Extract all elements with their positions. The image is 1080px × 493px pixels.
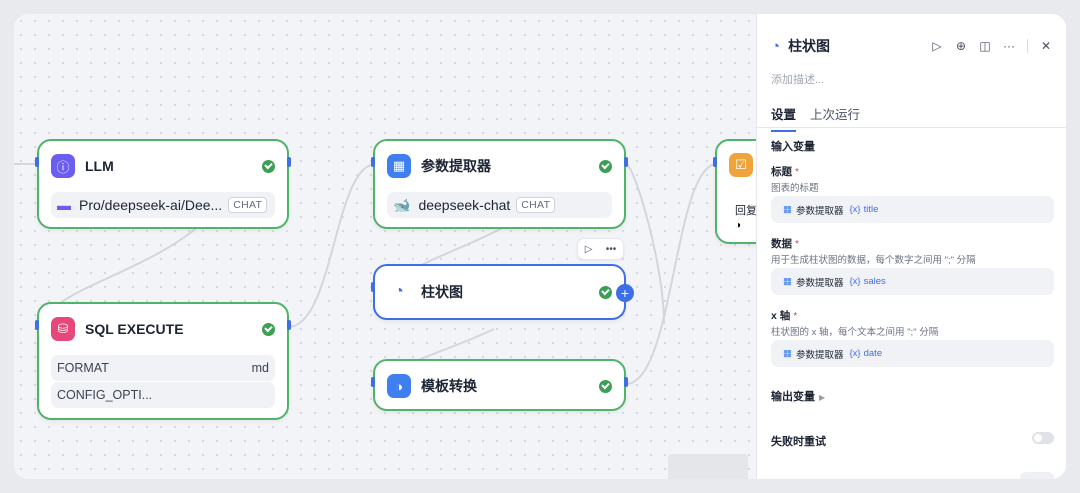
llm-icon: ⓘ [51, 154, 75, 178]
crosshair-icon[interactable]: ⊕ [955, 39, 967, 53]
database-icon: ⛁ [51, 317, 75, 341]
variable-icon: {x} [849, 276, 861, 287]
panel-title[interactable]: 柱状图 [788, 36, 919, 56]
edge-sql-param [287, 163, 377, 328]
close-icon[interactable]: ✕ [1040, 39, 1052, 53]
input-variables-heading: 输入变量 [771, 141, 815, 153]
node-text: 回复 [735, 205, 757, 217]
retry-label: 失败时重试 [771, 436, 826, 448]
tab-divider [757, 127, 1066, 128]
input-handle[interactable] [371, 377, 375, 387]
param-key: FORMAT [57, 361, 109, 375]
node-title: LLM [85, 158, 114, 174]
field-label: 标题 * [771, 166, 800, 178]
variable-name: sales [863, 276, 886, 287]
description-input[interactable]: 添加描述... [771, 71, 824, 87]
node-settings-panel: ◔ 柱状图 ▷ ⊕ ◫ ··· ✕ 添加描述... 设置 上次运行 输入变量 标… [756, 14, 1066, 479]
edge-right-stub [625, 163, 665, 325]
source-node: 参数提取器 [795, 205, 844, 217]
book-icon[interactable]: ◫ [979, 39, 991, 53]
success-check-icon [599, 285, 612, 299]
param-row: FORMAT md [51, 355, 275, 381]
template-icon: ◑ [387, 374, 411, 398]
node-title: 模板转换 [421, 378, 477, 394]
bottom-control[interactable] [1020, 472, 1054, 479]
field-hint: 柱状图的 x 轴，每个文本之间用 ";" 分隔 [771, 327, 939, 338]
success-check-icon [599, 159, 612, 173]
input-handle[interactable] [371, 157, 375, 167]
param-value: md [251, 361, 269, 375]
field-label: x 轴 * [771, 310, 798, 322]
variable-icon: {x} [849, 348, 861, 359]
run-icon[interactable]: ▷ [931, 39, 943, 53]
edge-template-answer [625, 163, 718, 385]
edge-llm-sql [58, 225, 200, 305]
input-handle[interactable] [35, 320, 39, 330]
source-node: 参数提取器 [795, 349, 844, 361]
node-bar-chart[interactable]: ◔ 柱状图 + [371, 264, 634, 320]
retry-toggle[interactable] [1032, 432, 1054, 444]
model-selector[interactable]: ▬ Pro/deepseek-ai/Dee... CHAT [51, 192, 275, 218]
node-ref-icon: ▦ [783, 348, 792, 359]
workflow-canvas[interactable]: ⓘ LLM ▬ Pro/deepseek-ai/Dee... CHAT ⛁ SQ… [14, 14, 1066, 479]
deepseek-whale-icon: 🐋 [393, 196, 411, 213]
model-selector[interactable]: 🐋 deepseek-chat CHAT [387, 192, 612, 218]
field-hint: 图表的标题 [771, 183, 819, 194]
output-handle[interactable] [624, 157, 628, 167]
variable-selector-x-axis[interactable]: ▦ 参数提取器 {x} date [771, 340, 1054, 367]
input-handle[interactable] [713, 157, 717, 167]
node-template-transform[interactable]: ◑ 模板转换 [371, 359, 628, 411]
node-title: 柱状图 [421, 284, 463, 300]
output-handle[interactable] [287, 320, 291, 330]
node-title: 参数提取器 [421, 158, 491, 174]
model-mode-tag: CHAT [516, 197, 556, 213]
add-node-button[interactable]: + [616, 284, 634, 302]
node-sql-execute[interactable]: ⛁ SQL EXECUTE FORMAT md CONFIG_OPTI... [35, 302, 291, 420]
success-check-icon [599, 379, 612, 393]
field-hint: 用于生成柱状图的数据，每个数字之间用 ";" 分隔 [771, 255, 976, 266]
minimap[interactable] [668, 454, 748, 479]
node-parameter-extractor[interactable]: ▦ 参数提取器 🐋 deepseek-chat CHAT [371, 139, 628, 229]
param-row: CONFIG_OPTI... [51, 382, 275, 408]
extractor-icon: ▦ [387, 154, 411, 178]
output-variables-toggle[interactable]: 输出变量 ▶ [771, 388, 825, 404]
success-check-icon [262, 159, 275, 173]
more-icon[interactable]: ••• [606, 244, 617, 255]
node-title: SQL EXECUTE [85, 321, 184, 337]
model-name: deepseek-chat [418, 197, 511, 213]
node-toolbar: ▷ ••• [577, 238, 624, 260]
variable-name: title [863, 204, 879, 215]
output-handle[interactable] [624, 377, 628, 387]
model-name: Pro/deepseek-ai/Dee... [79, 197, 223, 213]
answer-icon: ☑ [729, 153, 753, 177]
source-node: 参数提取器 [795, 277, 844, 289]
field-label: 数据 * [771, 238, 800, 250]
chart-tool-icon: ◔ [394, 283, 404, 300]
variable-name: date [863, 348, 883, 359]
caret-right-icon: ▶ [819, 393, 826, 402]
success-check-icon [262, 322, 275, 336]
half-circle-icon: ◑ [735, 220, 742, 231]
variable-selector-data[interactable]: ▦ 参数提取器 {x} sales [771, 268, 1054, 295]
input-handle[interactable] [35, 157, 39, 167]
variable-selector-title[interactable]: ▦ 参数提取器 {x} title [771, 196, 1054, 223]
node-llm[interactable]: ⓘ LLM ▬ Pro/deepseek-ai/Dee... CHAT [35, 139, 291, 229]
run-icon[interactable]: ▷ [585, 244, 593, 255]
model-provider-icon: ▬ [57, 197, 71, 213]
variable-icon: {x} [849, 204, 861, 215]
param-key: CONFIG_OPTI... [57, 388, 153, 402]
output-handle[interactable] [287, 157, 291, 167]
divider [1027, 39, 1028, 53]
input-handle[interactable] [371, 282, 375, 292]
model-mode-tag: CHAT [228, 197, 268, 213]
node-ref-icon: ▦ [783, 204, 792, 215]
chart-tool-icon: ◔ [771, 37, 781, 55]
node-ref-icon: ▦ [783, 276, 792, 287]
more-icon[interactable]: ··· [1003, 39, 1015, 53]
